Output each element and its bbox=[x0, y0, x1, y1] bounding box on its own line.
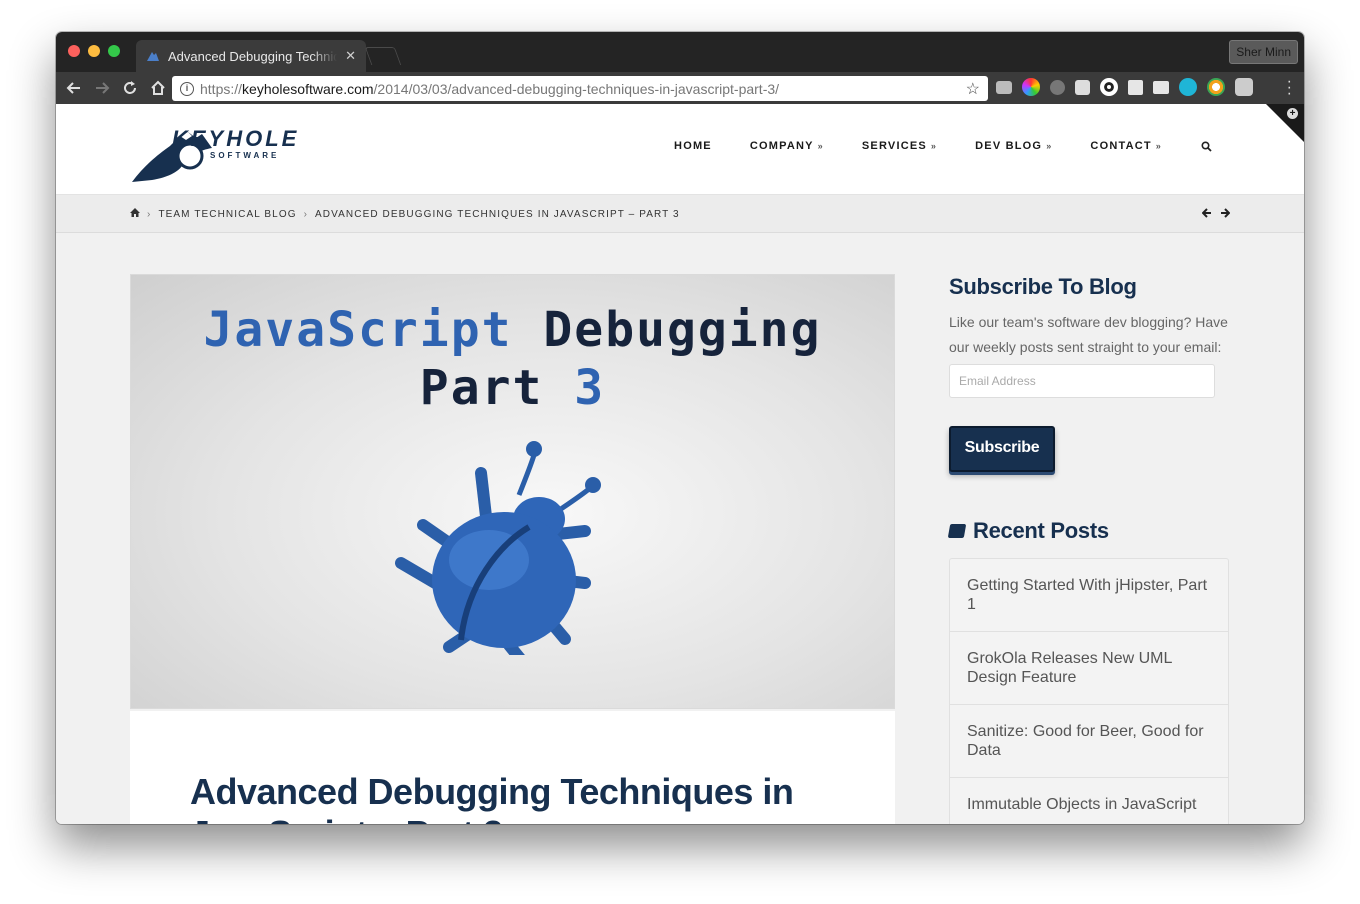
breadcrumb-bar: › TEAM TECHNICAL BLOG › ADVANCED DEBUGGI… bbox=[56, 195, 1304, 233]
browser-menu-icon[interactable]: · · · bbox=[1287, 74, 1292, 102]
shield-extension-icon[interactable] bbox=[1235, 78, 1253, 96]
back-arrow-icon[interactable] bbox=[60, 74, 88, 102]
nav-contact[interactable]: CONTACT» bbox=[1071, 140, 1181, 155]
zoom-window-button[interactable] bbox=[108, 45, 120, 57]
bookmark-star-icon[interactable]: ☆ bbox=[966, 79, 980, 99]
chevron-down-icon: » bbox=[930, 141, 938, 151]
address-bar[interactable]: i https://keyholesoftware.com/2014/03/03… bbox=[172, 76, 988, 101]
recent-posts-title: Recent Posts bbox=[973, 518, 1109, 543]
tab-title: Advanced Debugging Techniq bbox=[168, 48, 338, 64]
nav-company[interactable]: COMPANY» bbox=[731, 140, 843, 155]
post-card: Advanced Debugging Techniques in JavaScr… bbox=[130, 711, 895, 824]
grid-extension-icon[interactable] bbox=[1128, 79, 1143, 95]
breadcrumb: › TEAM TECHNICAL BLOG › ADVANCED DEBUGGI… bbox=[130, 208, 680, 220]
subscribe-widget-title: Subscribe To Blog bbox=[949, 274, 1137, 299]
nav-home[interactable]: HOME bbox=[655, 140, 731, 155]
circle-extension-icon[interactable] bbox=[1100, 78, 1118, 96]
main-navigation: HOME COMPANY» SERVICES» DEV BLOG» CONTAC… bbox=[655, 140, 1212, 155]
list-item[interactable]: Getting Started With jHipster, Part 1 bbox=[950, 559, 1228, 632]
camera-extension-icon[interactable] bbox=[996, 80, 1012, 94]
next-post-arrow-icon[interactable] bbox=[1220, 206, 1231, 221]
profile-button[interactable]: Sher Minn bbox=[1229, 40, 1298, 64]
keyhole-favicon-icon bbox=[146, 49, 160, 63]
chevron-down-icon: » bbox=[817, 141, 824, 151]
chrome-extension-icon[interactable] bbox=[1207, 78, 1225, 96]
nav-dev-blog[interactable]: DEV BLOG» bbox=[956, 140, 1071, 155]
close-window-button[interactable] bbox=[68, 45, 80, 57]
tab-close-icon[interactable]: ✕ bbox=[345, 48, 356, 64]
email-field[interactable] bbox=[949, 364, 1215, 398]
book-icon bbox=[947, 524, 967, 538]
website-viewport: KEYHOLE SOFTWARE HOME COMPANY» SERVICES»… bbox=[56, 104, 1304, 824]
list-item[interactable]: Sanitize: Good for Beer, Good for Data bbox=[950, 705, 1228, 778]
featured-image: JavaScript Debugging Part 3 bbox=[130, 274, 895, 709]
breadcrumb-separator: › bbox=[147, 208, 152, 220]
post-navigation bbox=[1201, 206, 1231, 221]
reload-icon[interactable] bbox=[116, 74, 144, 102]
chevron-down-icon: » bbox=[1155, 141, 1162, 151]
list-item[interactable]: Immutable Objects in JavaScript bbox=[950, 778, 1228, 824]
extension-icons bbox=[996, 78, 1253, 96]
logo-subtext: SOFTWARE bbox=[210, 151, 280, 160]
sidebar: Subscribe To Blog Like our team's softwa… bbox=[947, 274, 1229, 824]
forward-arrow-icon[interactable] bbox=[88, 74, 116, 102]
breadcrumb-team-technical-blog[interactable]: TEAM TECHNICAL BLOG bbox=[158, 209, 296, 220]
site-info-icon[interactable]: i bbox=[180, 81, 194, 96]
home-icon[interactable] bbox=[144, 74, 172, 102]
site-header: KEYHOLE SOFTWARE HOME COMPANY» SERVICES»… bbox=[56, 104, 1304, 195]
recent-posts-header: Recent Posts bbox=[947, 518, 1229, 544]
browser-titlebar: Advanced Debugging Techniq ✕ Sher Minn bbox=[56, 32, 1304, 72]
plus-icon[interactable]: + bbox=[1287, 108, 1298, 119]
sync-extension-icon[interactable] bbox=[1075, 79, 1090, 95]
minimize-window-button[interactable] bbox=[88, 45, 100, 57]
new-tab-button[interactable] bbox=[364, 47, 402, 65]
home-crumb-icon[interactable] bbox=[130, 208, 140, 220]
color-picker-extension-icon[interactable] bbox=[1022, 78, 1040, 96]
bug-illustration-icon bbox=[395, 441, 601, 655]
browser-tab-active[interactable]: Advanced Debugging Techniq ✕ bbox=[136, 40, 366, 72]
breadcrumb-separator: › bbox=[303, 208, 309, 220]
nav-services[interactable]: SERVICES» bbox=[843, 140, 956, 155]
post-title: Advanced Debugging Techniques in JavaScr… bbox=[190, 771, 794, 824]
browser-window: Advanced Debugging Techniq ✕ Sher Minn i… bbox=[56, 32, 1304, 824]
breadcrumb-current-page: ADVANCED DEBUGGING TECHNIQUES IN JAVASCR… bbox=[315, 208, 680, 220]
hexagon-extension-icon[interactable] bbox=[1050, 79, 1065, 95]
browser-toolbar: i https://keyholesoftware.com/2014/03/03… bbox=[56, 72, 1304, 104]
search-icon[interactable] bbox=[1181, 140, 1212, 155]
corner-toggle[interactable] bbox=[1266, 104, 1304, 142]
refresh-extension-icon[interactable] bbox=[1179, 78, 1197, 96]
logo-text: KEYHOLE bbox=[172, 126, 300, 151]
recent-posts-list: Getting Started With jHipster, Part 1 Gr… bbox=[949, 558, 1229, 824]
chat-extension-icon[interactable] bbox=[1153, 80, 1169, 94]
url-text: https://keyholesoftware.com/2014/03/03/a… bbox=[200, 80, 780, 97]
featured-image-title: JavaScript Debugging Part 3 bbox=[203, 302, 822, 416]
subscribe-description: Like our team's software dev blogging? H… bbox=[949, 314, 1228, 355]
main-content: JavaScript Debugging Part 3 Advanced Deb… bbox=[130, 274, 895, 824]
previous-post-arrow-icon[interactable] bbox=[1201, 206, 1212, 221]
subscribe-button[interactable]: Subscribe bbox=[949, 426, 1055, 472]
list-item[interactable]: GrokOla Releases New UML Design Feature bbox=[950, 632, 1228, 705]
chevron-down-icon: » bbox=[1046, 141, 1053, 151]
